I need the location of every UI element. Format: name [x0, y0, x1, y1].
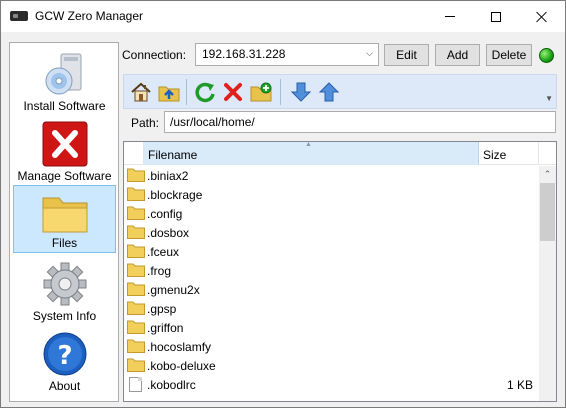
folder-icon [127, 301, 145, 315]
file-list: ▲ Filename Size .biniax2 .blockrage .con… [123, 141, 557, 402]
folder-icon [127, 339, 145, 353]
window-title: GCW Zero Manager [35, 9, 144, 23]
sort-ascending-icon: ▲ [305, 141, 312, 148]
toolbar-overflow-icon[interactable]: ▼ [545, 94, 553, 103]
sidebar-item-about[interactable]: ? About [13, 327, 116, 395]
close-icon [536, 11, 548, 23]
delete-icon[interactable] [222, 81, 244, 103]
folder-icon [127, 320, 145, 334]
sidebar-item-label: About [48, 379, 81, 393]
table-row[interactable]: .kobo-deluxe [124, 356, 539, 375]
minimize-icon [445, 16, 455, 17]
file-size: 1 KB [506, 378, 533, 392]
add-button[interactable]: Add [435, 44, 480, 66]
folder-icon [127, 263, 145, 277]
table-row[interactable]: .dosbox [124, 223, 539, 242]
file-list-header: ▲ Filename Size [124, 142, 556, 165]
title-bar: GCW Zero Manager [1, 1, 565, 32]
toolbar-separator [186, 79, 187, 105]
file-name: .fceux [147, 245, 180, 259]
chevron-down-icon: ⌵ [366, 48, 373, 58]
sidebar-item-manage-software[interactable]: Manage Software [13, 117, 116, 185]
table-row[interactable]: .gmenu2x [124, 280, 539, 299]
maximize-button[interactable] [473, 1, 519, 32]
table-row[interactable]: .hocoslamfy [124, 337, 539, 356]
file-name: .frog [147, 264, 172, 278]
folder-icon [127, 358, 145, 372]
file-name: .biniax2 [147, 169, 189, 183]
file-name: .blockrage [147, 188, 203, 202]
sidebar-item-install-software[interactable]: Install Software [13, 47, 116, 115]
app-window: GCW Zero Manager Install Software Manage… [0, 0, 566, 408]
connection-status-icon [539, 48, 554, 63]
sidebar-item-label: Files [51, 236, 78, 250]
vertical-scrollbar[interactable]: ⌃ [539, 166, 556, 401]
file-name: .kobodlrc [147, 378, 196, 392]
table-row[interactable]: .fceux [124, 242, 539, 261]
new-folder-icon[interactable] [250, 81, 272, 103]
folder-icon [127, 225, 145, 239]
app-icon [10, 11, 28, 21]
filename-column-label: Filename [148, 148, 198, 162]
connection-value: 192.168.31.228 [202, 47, 286, 61]
download-icon[interactable] [290, 81, 312, 103]
file-list-rows: .biniax2 .blockrage .config .dosbox .fce [124, 166, 539, 394]
table-row[interactable]: .gpsp [124, 299, 539, 318]
file-name: .gpsp [147, 302, 177, 316]
table-row[interactable]: .config [124, 204, 539, 223]
path-input[interactable]: /usr/local/home/ [164, 111, 556, 133]
table-row[interactable]: .blockrage [124, 185, 539, 204]
delete-button[interactable]: Delete [486, 44, 532, 66]
folder-icon [42, 197, 87, 233]
svg-text:?: ? [57, 341, 72, 371]
folder-icon [127, 206, 145, 220]
table-row[interactable]: .kobodlrc 1 KB [124, 375, 539, 394]
edit-button[interactable]: Edit [384, 44, 429, 66]
folder-icon [127, 187, 145, 201]
filename-column-header[interactable]: ▲ Filename [144, 142, 479, 165]
parent-folder-icon[interactable] [158, 81, 180, 103]
refresh-icon[interactable] [194, 81, 216, 103]
table-row[interactable]: .biniax2 [124, 166, 539, 185]
file-name: .config [147, 207, 183, 221]
path-label: Path: [131, 116, 160, 130]
folder-icon [127, 244, 145, 258]
toolbar-separator [280, 79, 281, 105]
file-name: .gmenu2x [147, 283, 200, 297]
sidebar-item-label: Install Software [23, 99, 106, 113]
upload-icon[interactable] [318, 81, 340, 103]
file-name: .hocoslamfy [147, 340, 212, 354]
table-row[interactable]: .griffon [124, 318, 539, 337]
connection-select[interactable]: 192.168.31.228 ⌵ [195, 43, 379, 66]
close-button[interactable] [519, 1, 565, 32]
file-name: .griffon [147, 321, 184, 335]
sidebar-item-system-info[interactable]: System Info [13, 257, 116, 325]
manage-software-icon [42, 121, 87, 167]
sidebar-item-label: Manage Software [17, 169, 112, 183]
scrollbar-thumb[interactable] [540, 183, 555, 241]
file-name: .dosbox [147, 226, 190, 240]
help-icon: ? [43, 332, 86, 376]
connection-label: Connection: [122, 48, 187, 62]
file-icon [129, 377, 142, 392]
home-icon[interactable] [130, 81, 152, 103]
scroll-up-icon[interactable]: ⌃ [539, 166, 556, 183]
install-software-icon [45, 53, 81, 95]
file-name: .kobo-deluxe [147, 359, 216, 373]
minimize-button[interactable] [427, 1, 473, 32]
table-row[interactable]: .frog [124, 261, 539, 280]
sidebar-item-files[interactable]: Files [13, 185, 116, 253]
gear-icon [43, 262, 86, 306]
folder-icon [127, 282, 145, 296]
sidebar-item-label: System Info [32, 309, 97, 323]
size-column-header[interactable]: Size [479, 142, 539, 165]
size-column-label: Size [483, 148, 507, 162]
file-toolbar: ▼ [123, 74, 557, 109]
icon-column-header[interactable] [124, 142, 144, 165]
maximize-icon [491, 11, 501, 22]
folder-icon [127, 168, 145, 182]
sidebar: Install Software Manage Software Files S… [9, 42, 119, 402]
